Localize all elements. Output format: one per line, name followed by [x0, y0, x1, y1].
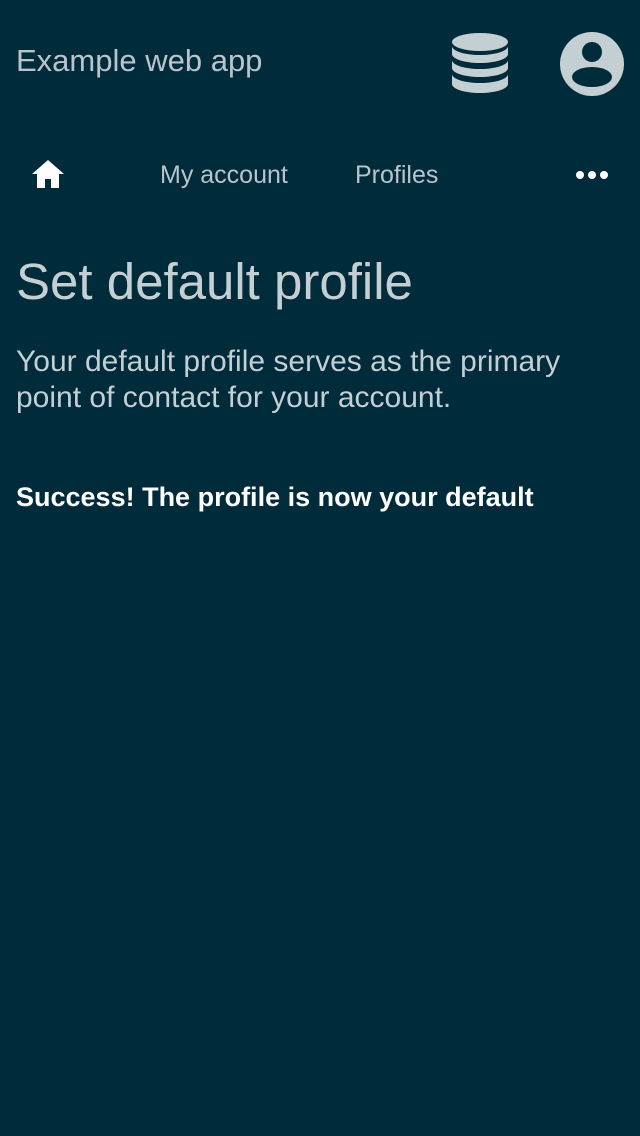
page-description: Your default profile serves as the prima… [16, 345, 561, 414]
main-content: Set default profile Your default profile… [16, 250, 624, 514]
page-title: Set default profile [16, 253, 413, 310]
more-horizontal-icon [576, 171, 608, 179]
account-circle-icon [560, 32, 624, 96]
account-button[interactable] [558, 30, 626, 98]
nav-profiles[interactable]: Profiles [355, 160, 438, 190]
app-header: Example web app [0, 0, 640, 124]
database-icon [452, 33, 508, 93]
nav-my-account[interactable]: My account [160, 160, 288, 190]
success-message: Success! The profile is now your default [16, 482, 534, 512]
database-button[interactable] [448, 30, 512, 98]
home-icon [32, 160, 64, 188]
nav-more-button[interactable] [570, 160, 614, 190]
main-nav: My account Profiles [0, 150, 640, 202]
nav-home-link[interactable] [28, 154, 68, 194]
app-title[interactable]: Example web app [16, 42, 262, 80]
